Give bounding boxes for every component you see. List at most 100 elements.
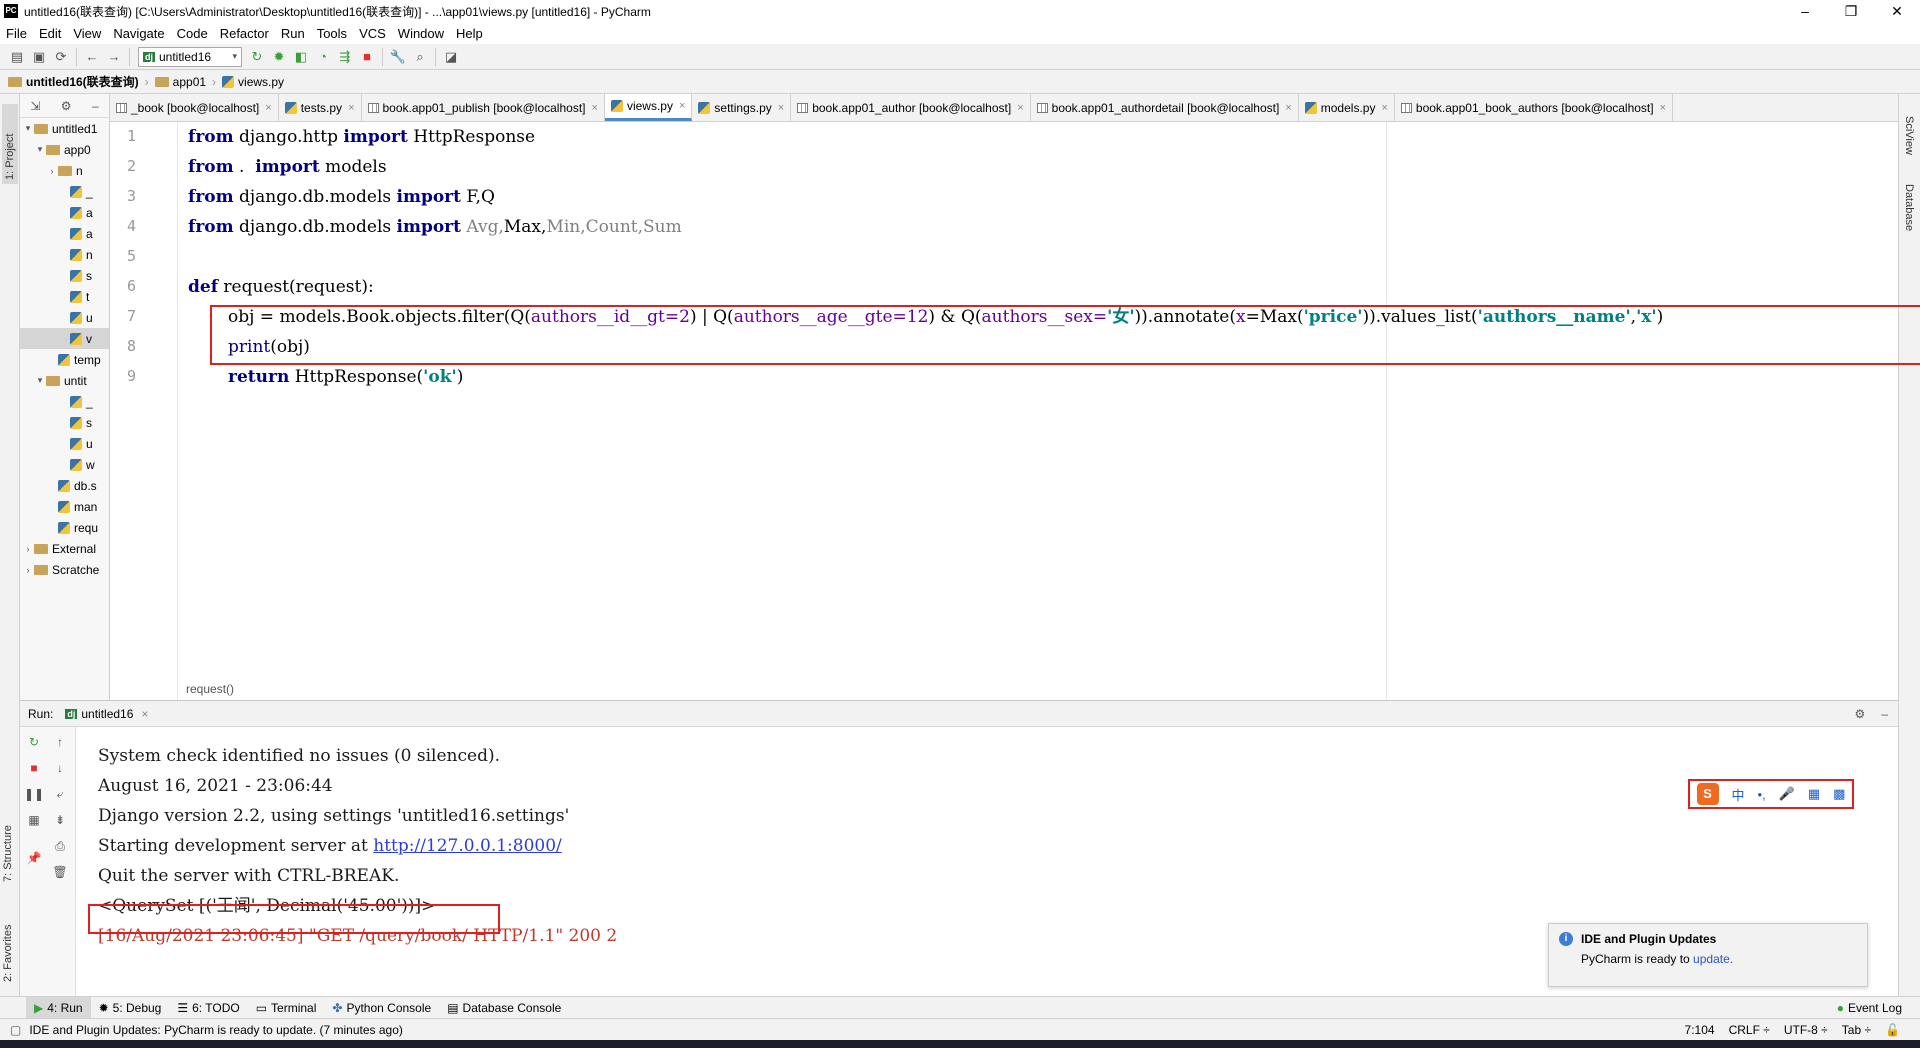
- tree-item[interactable]: › Scratche: [20, 559, 109, 580]
- editor-tab[interactable]: tests.py ×: [279, 94, 362, 121]
- event-log-button[interactable]: ● Event Log: [1829, 997, 1910, 1019]
- trash-icon[interactable]: 🗑: [50, 865, 70, 885]
- close-icon[interactable]: ×: [592, 102, 598, 114]
- scroll-to-end-icon[interactable]: ⇟: [50, 813, 70, 833]
- editor-tab[interactable]: _book [book@localhost] ×: [110, 94, 279, 121]
- pause-icon[interactable]: ❚❚: [24, 787, 44, 807]
- tree-item[interactable]: temp: [20, 349, 109, 370]
- collapse-all-icon[interactable]: ⇲: [30, 99, 40, 113]
- run-config-select[interactable]: dj untitled16 ▾: [138, 46, 242, 67]
- close-icon[interactable]: ×: [778, 102, 784, 114]
- vcs-icon[interactable]: ◪: [440, 46, 462, 68]
- gear-icon[interactable]: ⚙: [1855, 707, 1866, 721]
- status-message[interactable]: IDE and Plugin Updates: PyCharm is ready…: [29, 1023, 403, 1037]
- hide-icon[interactable]: –: [92, 99, 99, 113]
- menu-navigate[interactable]: Navigate: [107, 26, 170, 41]
- open-folder-icon[interactable]: ▤: [6, 46, 28, 68]
- forward-icon[interactable]: →: [103, 46, 125, 68]
- indent-setting[interactable]: Tab ÷: [1842, 1023, 1871, 1037]
- soft-wrap-icon[interactable]: ⤶: [50, 787, 70, 807]
- tree-item[interactable]: › External: [20, 538, 109, 559]
- close-button[interactable]: ✕: [1874, 0, 1920, 22]
- lock-icon[interactable]: 🔓: [1885, 1023, 1900, 1037]
- coverage-icon[interactable]: ◧: [290, 46, 312, 68]
- concurrency-icon[interactable]: ⇶: [334, 46, 356, 68]
- chevron-icon[interactable]: ▾: [34, 144, 46, 155]
- tree-item[interactable]: ▾ untit: [20, 370, 109, 391]
- chevron-icon[interactable]: ›: [22, 565, 34, 575]
- menu-edit[interactable]: Edit: [33, 26, 67, 41]
- database-console-tool-button[interactable]: ▤ Database Console: [439, 997, 569, 1019]
- menu-window[interactable]: Window: [392, 26, 450, 41]
- wrench-icon[interactable]: 🔧: [387, 46, 409, 68]
- print-icon[interactable]: ⎙: [50, 839, 70, 859]
- up-arrow-icon[interactable]: ↑: [50, 735, 70, 755]
- editor-tab[interactable]: models.py ×: [1299, 94, 1395, 121]
- close-icon[interactable]: ×: [348, 102, 354, 114]
- keyboard-icon[interactable]: ▦: [1808, 786, 1820, 802]
- tree-item[interactable]: a: [20, 202, 109, 223]
- rerun-icon[interactable]: ↻: [246, 46, 268, 68]
- tree-item[interactable]: s: [20, 265, 109, 286]
- project-tool-tab[interactable]: 1: Project: [2, 104, 18, 184]
- debug-tool-button[interactable]: ✹ 5: Debug: [91, 997, 170, 1019]
- file-encoding[interactable]: UTF-8 ÷: [1784, 1023, 1828, 1037]
- back-icon[interactable]: ←: [81, 46, 103, 68]
- tree-item[interactable]: requ: [20, 517, 109, 538]
- database-tool-tab[interactable]: Database: [1903, 184, 1915, 254]
- down-arrow-icon[interactable]: ↓: [50, 761, 70, 781]
- close-icon[interactable]: ×: [1381, 102, 1387, 114]
- close-icon[interactable]: ×: [265, 102, 271, 114]
- sync-icon[interactable]: ⟳: [50, 46, 72, 68]
- todo-tool-button[interactable]: ☰ 6: TODO: [169, 997, 247, 1019]
- editor-tab[interactable]: book.app01_authordetail [book@localhost]…: [1031, 94, 1299, 121]
- pin-icon[interactable]: 📌: [24, 851, 44, 871]
- breadcrumb-project[interactable]: untitled16(联表查询): [8, 73, 139, 90]
- cursor-position[interactable]: 7:104: [1685, 1023, 1715, 1037]
- tree-item[interactable]: u: [20, 433, 109, 454]
- menu-vcs[interactable]: VCS: [353, 26, 392, 41]
- code-editor[interactable]: 1 2 3 4 5 6 7 8 9 from django.http impor…: [110, 122, 1920, 700]
- tree-item[interactable]: _: [20, 391, 109, 412]
- sciview-tool-tab[interactable]: SciView: [1903, 116, 1915, 166]
- menu-file[interactable]: File: [0, 26, 33, 41]
- rerun-icon[interactable]: ↻: [24, 735, 44, 755]
- code-area[interactable]: from django.http import HttpResponse fro…: [188, 122, 1898, 700]
- close-icon[interactable]: ×: [679, 100, 685, 112]
- grid-icon[interactable]: ▩: [1833, 786, 1845, 802]
- save-all-icon[interactable]: ▣: [28, 46, 50, 68]
- tree-item[interactable]: t: [20, 286, 109, 307]
- run-tool-button[interactable]: ▶ 4: Run: [26, 996, 91, 1019]
- menu-code[interactable]: Code: [171, 26, 214, 41]
- chevron-icon[interactable]: ▾: [34, 375, 46, 386]
- chevron-icon[interactable]: ▾: [22, 123, 34, 134]
- ime-language[interactable]: 中: [1732, 785, 1745, 804]
- minimize-button[interactable]: –: [1782, 0, 1828, 22]
- menu-refactor[interactable]: Refactor: [214, 26, 275, 41]
- debug-icon[interactable]: ✹: [268, 46, 290, 68]
- tree-item[interactable]: ▾ untitled1: [20, 118, 109, 139]
- chevron-icon[interactable]: ›: [22, 544, 34, 554]
- stop-icon[interactable]: ■: [356, 46, 378, 68]
- editor-tab[interactable]: settings.py ×: [692, 94, 792, 121]
- run-config-tab[interactable]: dj untitled16 ×: [65, 707, 148, 721]
- tree-item[interactable]: u: [20, 307, 109, 328]
- update-link[interactable]: update.: [1693, 952, 1733, 966]
- tree-item[interactable]: s: [20, 412, 109, 433]
- microphone-icon[interactable]: 🎤: [1779, 786, 1795, 802]
- ime-punctuation-icon[interactable]: •,: [1758, 787, 1766, 802]
- editor-tab[interactable]: book.app01_book_authors [book@localhost]…: [1395, 94, 1674, 121]
- tree-item[interactable]: man: [20, 496, 109, 517]
- breadcrumb-app01[interactable]: app01: [154, 75, 206, 89]
- structure-tool-tab[interactable]: 7: Structure: [2, 802, 14, 882]
- tree-item[interactable]: › n: [20, 160, 109, 181]
- tree-item[interactable]: n: [20, 244, 109, 265]
- editor-tab[interactable]: book.app01_author [book@localhost] ×: [791, 94, 1031, 121]
- search-icon[interactable]: ⌕: [409, 46, 431, 68]
- editor-tab[interactable]: book.app01_publish [book@localhost] ×: [362, 94, 605, 121]
- profile-icon[interactable]: ◔: [312, 46, 334, 68]
- tree-item[interactable]: ▾ app0: [20, 139, 109, 160]
- tree-item[interactable]: db.s: [20, 475, 109, 496]
- close-icon[interactable]: ×: [1017, 102, 1023, 114]
- menu-tools[interactable]: Tools: [311, 26, 353, 41]
